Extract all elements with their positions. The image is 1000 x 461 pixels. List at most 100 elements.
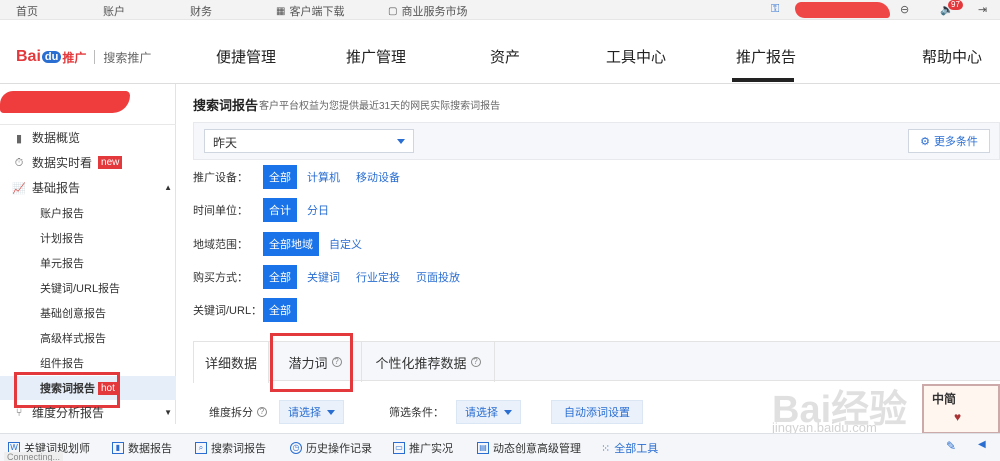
option-all-region[interactable]: 全部地域: [263, 232, 319, 256]
tool-search-term-report[interactable]: ⌕ 搜索词报告: [195, 440, 266, 456]
clock-icon: ◷: [290, 442, 302, 454]
nav-promo-report[interactable]: 推广报告: [736, 46, 796, 67]
auto-add-button[interactable]: 自动添词设置: [551, 400, 643, 424]
caret-down-icon: ▼: [164, 408, 172, 417]
nav-help-center[interactable]: 帮助中心: [922, 46, 982, 67]
minus-circle-icon[interactable]: ⊖: [900, 3, 909, 16]
option-computer[interactable]: 计算机: [301, 165, 346, 189]
option-total[interactable]: 合计: [263, 198, 297, 222]
active-nav-indicator: [732, 78, 794, 82]
help-icon: ?: [257, 407, 267, 417]
bar-chart-icon: ▮: [15, 132, 23, 145]
tab-detail-data[interactable]: 详细数据: [193, 342, 269, 383]
main-content: 搜索词报告 客户平台权益为您提供最近31天的网民实际搜索词报告 昨天 ⚙ 更多条…: [177, 84, 1000, 424]
tool-history[interactable]: ◷ 历史操作记录: [290, 440, 372, 456]
dimension-select[interactable]: 请选择: [279, 400, 344, 424]
sidebar-item-label: 数据概览: [32, 131, 81, 145]
logo-divider: [94, 50, 96, 64]
sidebar-sub-advanced-style-report[interactable]: 高级样式报告: [40, 330, 106, 346]
logo-du: du: [41, 51, 62, 63]
dimension-split: 维度拆分 ? 请选择: [209, 400, 344, 424]
apps-grid-icon: ⁙: [601, 442, 611, 455]
filter-label: 推广设备：: [193, 172, 248, 184]
more-conditions-label: 更多条件: [933, 136, 978, 148]
filter-label: 关键词/URL：: [193, 305, 263, 317]
filter-row-time-unit: 时间单位： 合计 分日: [193, 198, 339, 222]
bottom-toolbar: W 关键词规划师 ▮ 数据报告 ⌕ 搜索词报告 ◷ 历史操作记录 ▭ 推广实况 …: [0, 433, 1000, 461]
bar-chart-icon: ▮: [112, 442, 124, 454]
biz-market-link[interactable]: ▢ 商业服务市场: [388, 3, 467, 19]
monitor-icon: ▭: [393, 442, 405, 454]
option-all[interactable]: 全部: [263, 298, 297, 322]
top-utility-bar: 首页 账户 财务 ▦ 客户端下载 ▢ 商业服务市场 ⚿ ⊖ 🔈 97 ⇥: [0, 0, 1000, 20]
sidebar-divider: [0, 124, 176, 125]
logo-bai: Bai: [16, 48, 41, 65]
option-page[interactable]: 页面投放: [410, 265, 466, 289]
key-icon[interactable]: ⚿: [771, 3, 779, 16]
option-all[interactable]: 全部: [263, 165, 297, 189]
sidebar-sub-plan-report[interactable]: 计划报告: [40, 230, 84, 246]
filter-conditions-select[interactable]: 请选择: [456, 400, 521, 424]
tool-label: 搜索词报告: [211, 443, 266, 455]
sidebar-sub-keyword-report[interactable]: 关键词/URL报告: [40, 280, 120, 296]
option-industry[interactable]: 行业定投: [350, 265, 406, 289]
heart-icon: ♥: [954, 410, 962, 424]
filter-conditions: 筛选条件： 请选择: [389, 400, 521, 424]
date-filter-box: 昨天 ⚙ 更多条件: [193, 122, 1000, 160]
sidebar-sub-creative-report[interactable]: 基础创意报告: [40, 305, 106, 321]
sidebar-sub-account-report[interactable]: 账户报告: [40, 205, 84, 221]
date-select[interactable]: 昨天: [204, 129, 414, 153]
pencil-icon[interactable]: ✎: [946, 439, 956, 453]
sidebar-item-overview[interactable]: ▮ 数据概览: [12, 129, 80, 146]
filter-row-device: 推广设备： 全部 计算机 移动设备: [193, 165, 410, 189]
main-nav: Bai du 推广 搜索推广 便捷管理 推广管理 资产 工具中心 推广报告 帮助…: [0, 20, 1000, 84]
product-name: 搜索推广: [103, 50, 152, 65]
baidu-logo[interactable]: Bai du 推广 搜索推广: [16, 48, 151, 66]
logout-icon[interactable]: ⇥: [978, 3, 987, 16]
client-download-link[interactable]: ▦ 客户端下载: [276, 3, 344, 19]
tab-personalized-data[interactable]: 个性化推荐数据 ?: [361, 342, 495, 382]
sidebar-item-realtime[interactable]: ⏱ 数据实时看 new: [12, 154, 123, 171]
sidebar-sub-component-report[interactable]: 组件报告: [40, 355, 84, 371]
tool-label: 推广实况: [409, 443, 453, 455]
tool-all-tools[interactable]: ⁙ 全部工具: [601, 440, 658, 456]
filter-row-region: 地域范围： 全部地域 自定义: [193, 232, 372, 256]
account-link[interactable]: 账户: [103, 3, 125, 19]
filter-select-value: 请选择: [465, 407, 498, 419]
finance-link[interactable]: 财务: [190, 3, 212, 19]
option-mobile[interactable]: 移动设备: [350, 165, 406, 189]
bag-icon: ▢: [388, 5, 398, 17]
nav-assets[interactable]: 资产: [490, 46, 520, 67]
sidebar-item-basic-report[interactable]: 📈 基础报告 ▲: [12, 179, 172, 196]
nav-quick-manage[interactable]: 便捷管理: [216, 46, 276, 67]
tool-dynamic-creative[interactable]: ▤ 动态创意高级管理: [477, 440, 581, 456]
sidebar-sub-unit-report[interactable]: 单元报告: [40, 255, 84, 271]
line-chart-icon: 📈: [12, 182, 26, 195]
search-icon: ⌕: [195, 442, 207, 454]
grid-icon: ▦: [276, 5, 286, 17]
chevron-down-icon: [397, 139, 405, 144]
option-all[interactable]: 全部: [263, 265, 297, 289]
collapse-arrow-icon[interactable]: ◀: [978, 439, 986, 450]
option-custom[interactable]: 自定义: [323, 232, 368, 256]
nav-promo-manage[interactable]: 推广管理: [346, 46, 406, 67]
highlight-box-sidebar: [14, 372, 120, 408]
nav-tool-center[interactable]: 工具中心: [606, 46, 666, 67]
page-description: 客户平台权益为您提供最近31天的网民实际搜索词报告: [259, 101, 501, 112]
tool-data-report[interactable]: ▮ 数据报告: [112, 440, 172, 456]
tab-label: 个性化推荐数据: [375, 355, 467, 371]
sidebar-item-dimension-report[interactable]: ⑂ 维度分析报告 ▼: [12, 404, 172, 421]
more-conditions-button[interactable]: ⚙ 更多条件: [908, 129, 990, 153]
filter-label: 购买方式：: [193, 272, 248, 284]
filter-row-purchase: 购买方式： 全部 关键词 行业定投 页面投放: [193, 265, 470, 289]
option-daily[interactable]: 分日: [301, 198, 335, 222]
home-link[interactable]: 首页: [16, 3, 38, 19]
option-keyword[interactable]: 关键词: [301, 265, 346, 289]
tool-live-promo[interactable]: ▭ 推广实况: [393, 440, 453, 456]
page-title: 搜索词报告: [193, 98, 259, 113]
chevron-down-icon: [504, 409, 512, 415]
sidebar-item-label: 基础报告: [32, 181, 81, 195]
help-icon: ?: [470, 357, 481, 367]
new-badge: new: [98, 156, 123, 169]
stopwatch-icon: ⏱: [14, 156, 24, 169]
